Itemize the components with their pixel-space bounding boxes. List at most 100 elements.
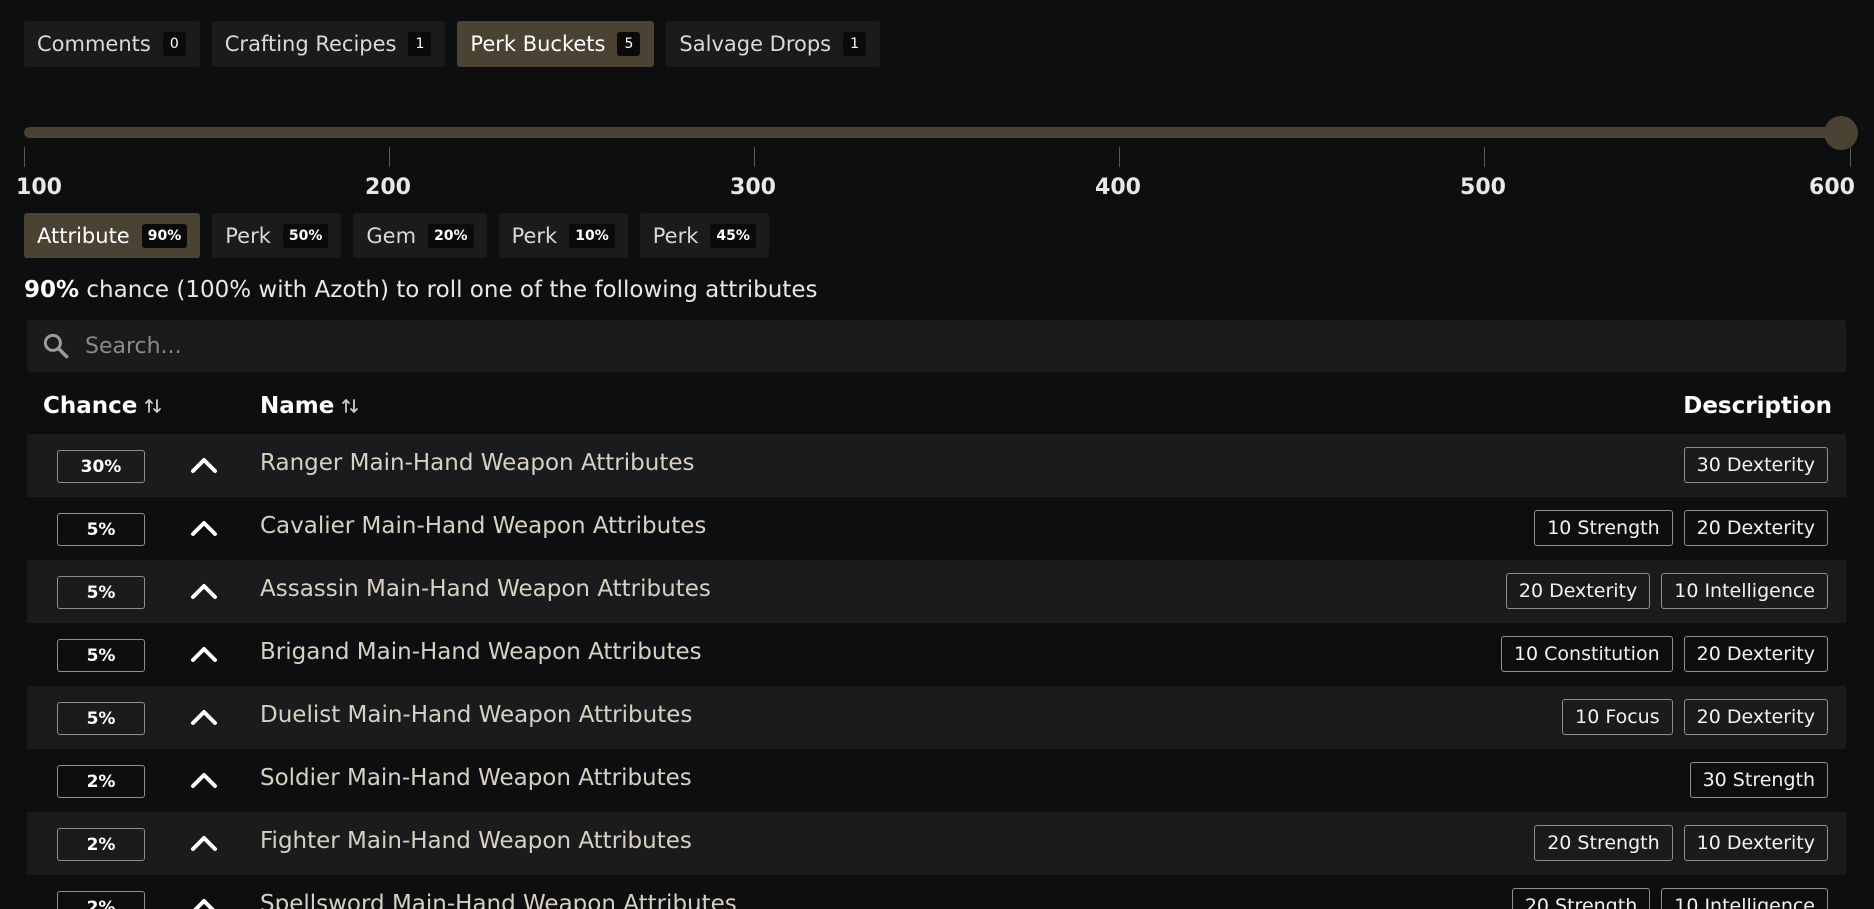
chevron-up-icon[interactable] xyxy=(190,832,218,854)
tab-salvage-drops[interactable]: Salvage Drops 1 xyxy=(666,21,881,67)
bucket-perk-3[interactable]: Perk 45% xyxy=(639,213,769,258)
bucket-chance-badge: 50% xyxy=(282,223,329,248)
row-name: Spellsword Main-Hand Weapon Attributes xyxy=(260,891,737,909)
attribute-tag: 10 Focus xyxy=(1562,699,1673,735)
row-name: Soldier Main-Hand Weapon Attributes xyxy=(260,765,692,791)
table-header: Chance Name Description xyxy=(27,385,1846,433)
attribute-tag: 10 Strength xyxy=(1534,510,1673,546)
row-description: 20 Strength 10 Intelligence xyxy=(1511,888,1828,909)
row-description: 20 Dexterity 10 Intelligence xyxy=(1505,573,1828,609)
attribute-tag: 20 Dexterity xyxy=(1683,636,1828,672)
bucket-bar: Attribute 90% Perk 50% Gem 20% Perk 10% … xyxy=(24,213,769,258)
chevron-up-icon[interactable] xyxy=(190,454,218,476)
sort-icon[interactable] xyxy=(143,396,163,416)
chevron-up-icon[interactable] xyxy=(190,643,218,665)
slider-ticks: 100 200 300 400 500 600 xyxy=(16,147,1856,207)
slider-tick xyxy=(1119,147,1120,167)
bucket-perk-2[interactable]: Perk 10% xyxy=(498,213,628,258)
summary-text: chance (100% with Azoth) to roll one of … xyxy=(79,277,818,303)
chance-badge: 2% xyxy=(57,828,145,861)
attribute-tag: 20 Dexterity xyxy=(1683,699,1828,735)
slider-tick xyxy=(1484,147,1485,167)
bucket-label: Gem xyxy=(366,223,417,248)
row-name: Cavalier Main-Hand Weapon Attributes xyxy=(260,513,707,539)
chance-badge: 5% xyxy=(57,513,145,546)
table-row: 2% Spellsword Main-Hand Weapon Attribute… xyxy=(27,875,1846,909)
row-name: Assassin Main-Hand Weapon Attributes xyxy=(260,576,711,602)
chance-badge: 5% xyxy=(57,576,145,609)
bucket-gem[interactable]: Gem 20% xyxy=(353,213,487,258)
attribute-table: 30% Ranger Main-Hand Weapon Attributes 3… xyxy=(27,434,1846,909)
slider-tick-label: 300 xyxy=(730,175,776,200)
table-row: 2% Soldier Main-Hand Weapon Attributes 3… xyxy=(27,749,1846,812)
chevron-up-icon[interactable] xyxy=(190,580,218,602)
table-row: 2% Fighter Main-Hand Weapon Attributes 2… xyxy=(27,812,1846,875)
bucket-chance-badge: 45% xyxy=(710,223,756,248)
chevron-up-icon[interactable] xyxy=(190,769,218,791)
row-description: 20 Strength 10 Dexterity xyxy=(1534,825,1828,861)
bucket-attribute[interactable]: Attribute 90% xyxy=(24,213,201,258)
chance-badge: 2% xyxy=(57,765,145,798)
sort-icon[interactable] xyxy=(340,396,360,416)
slider-tick xyxy=(1850,147,1851,167)
bucket-chance-badge: 10% xyxy=(569,223,615,248)
attribute-tag: 10 Intelligence xyxy=(1661,888,1828,909)
search-icon xyxy=(43,333,69,359)
level-slider[interactable] xyxy=(24,116,1860,150)
chance-badge: 5% xyxy=(57,639,145,672)
bucket-label: Attribute xyxy=(37,223,130,248)
bucket-chance-badge: 20% xyxy=(428,223,474,248)
row-description: 10 Focus 20 Dexterity xyxy=(1562,699,1828,735)
tab-perk-buckets[interactable]: Perk Buckets 5 xyxy=(457,21,655,67)
bucket-label: Perk xyxy=(225,223,271,248)
row-name: Brigand Main-Hand Weapon Attributes xyxy=(260,639,702,665)
row-description: 10 Constitution 20 Dexterity xyxy=(1500,636,1828,672)
chance-badge: 5% xyxy=(57,702,145,735)
attribute-tag: 10 Intelligence xyxy=(1661,573,1828,609)
column-header-label: Description xyxy=(1683,393,1832,419)
table-row: 30% Ranger Main-Hand Weapon Attributes 3… xyxy=(27,434,1846,497)
tab-crafting-recipes[interactable]: Crafting Recipes 1 xyxy=(211,21,446,67)
tab-label: Perk Buckets xyxy=(470,32,606,56)
chevron-up-icon[interactable] xyxy=(190,517,218,539)
table-row: 5% Brigand Main-Hand Weapon Attributes 1… xyxy=(27,623,1846,686)
slider-handle[interactable] xyxy=(1824,116,1858,150)
slider-track[interactable] xyxy=(24,127,1842,138)
tab-comments[interactable]: Comments 0 xyxy=(24,21,200,67)
row-description: 30 Strength xyxy=(1689,762,1828,798)
attribute-tag: 30 Dexterity xyxy=(1683,447,1828,483)
slider-tick xyxy=(24,147,25,167)
slider-tick-label: 100 xyxy=(16,175,62,200)
attribute-tag: 20 Strength xyxy=(1511,888,1651,909)
attribute-tag: 20 Strength xyxy=(1534,825,1673,861)
tab-count-badge: 0 xyxy=(162,32,186,56)
chance-badge: 2% xyxy=(57,891,145,909)
tab-count-badge: 1 xyxy=(408,32,432,56)
search-bar xyxy=(27,320,1846,372)
bucket-label: Perk xyxy=(652,223,699,248)
chevron-up-icon[interactable] xyxy=(190,706,218,728)
table-row: 5% Assassin Main-Hand Weapon Attributes … xyxy=(27,560,1846,623)
summary-chance: 90% xyxy=(24,277,80,303)
slider-tick-label: 400 xyxy=(1095,175,1141,200)
tab-label: Salvage Drops xyxy=(679,32,832,56)
attribute-tag: 10 Constitution xyxy=(1500,636,1673,672)
column-header-name[interactable]: Name xyxy=(260,393,360,419)
bucket-perk-1[interactable]: Perk 50% xyxy=(212,213,342,258)
attribute-tag: 20 Dexterity xyxy=(1505,573,1651,609)
row-name: Duelist Main-Hand Weapon Attributes xyxy=(260,702,693,728)
column-header-chance[interactable]: Chance xyxy=(43,393,163,419)
slider-tick xyxy=(754,147,755,167)
tab-count-badge: 1 xyxy=(843,32,867,56)
bucket-summary: 90% chance (100% with Azoth) to roll one… xyxy=(24,277,817,303)
table-row: 5% Duelist Main-Hand Weapon Attributes 1… xyxy=(27,686,1846,749)
attribute-tag: 20 Dexterity xyxy=(1683,510,1828,546)
bucket-label: Perk xyxy=(511,223,558,248)
chevron-up-icon[interactable] xyxy=(190,895,218,909)
slider-tick-label: 600 xyxy=(1809,175,1855,200)
search-input[interactable] xyxy=(85,333,1846,359)
row-description: 10 Strength 20 Dexterity xyxy=(1534,510,1828,546)
slider-tick-label: 500 xyxy=(1460,175,1506,200)
tab-bar: Comments 0 Crafting Recipes 1 Perk Bucke… xyxy=(24,21,881,67)
slider-tick xyxy=(389,147,390,167)
